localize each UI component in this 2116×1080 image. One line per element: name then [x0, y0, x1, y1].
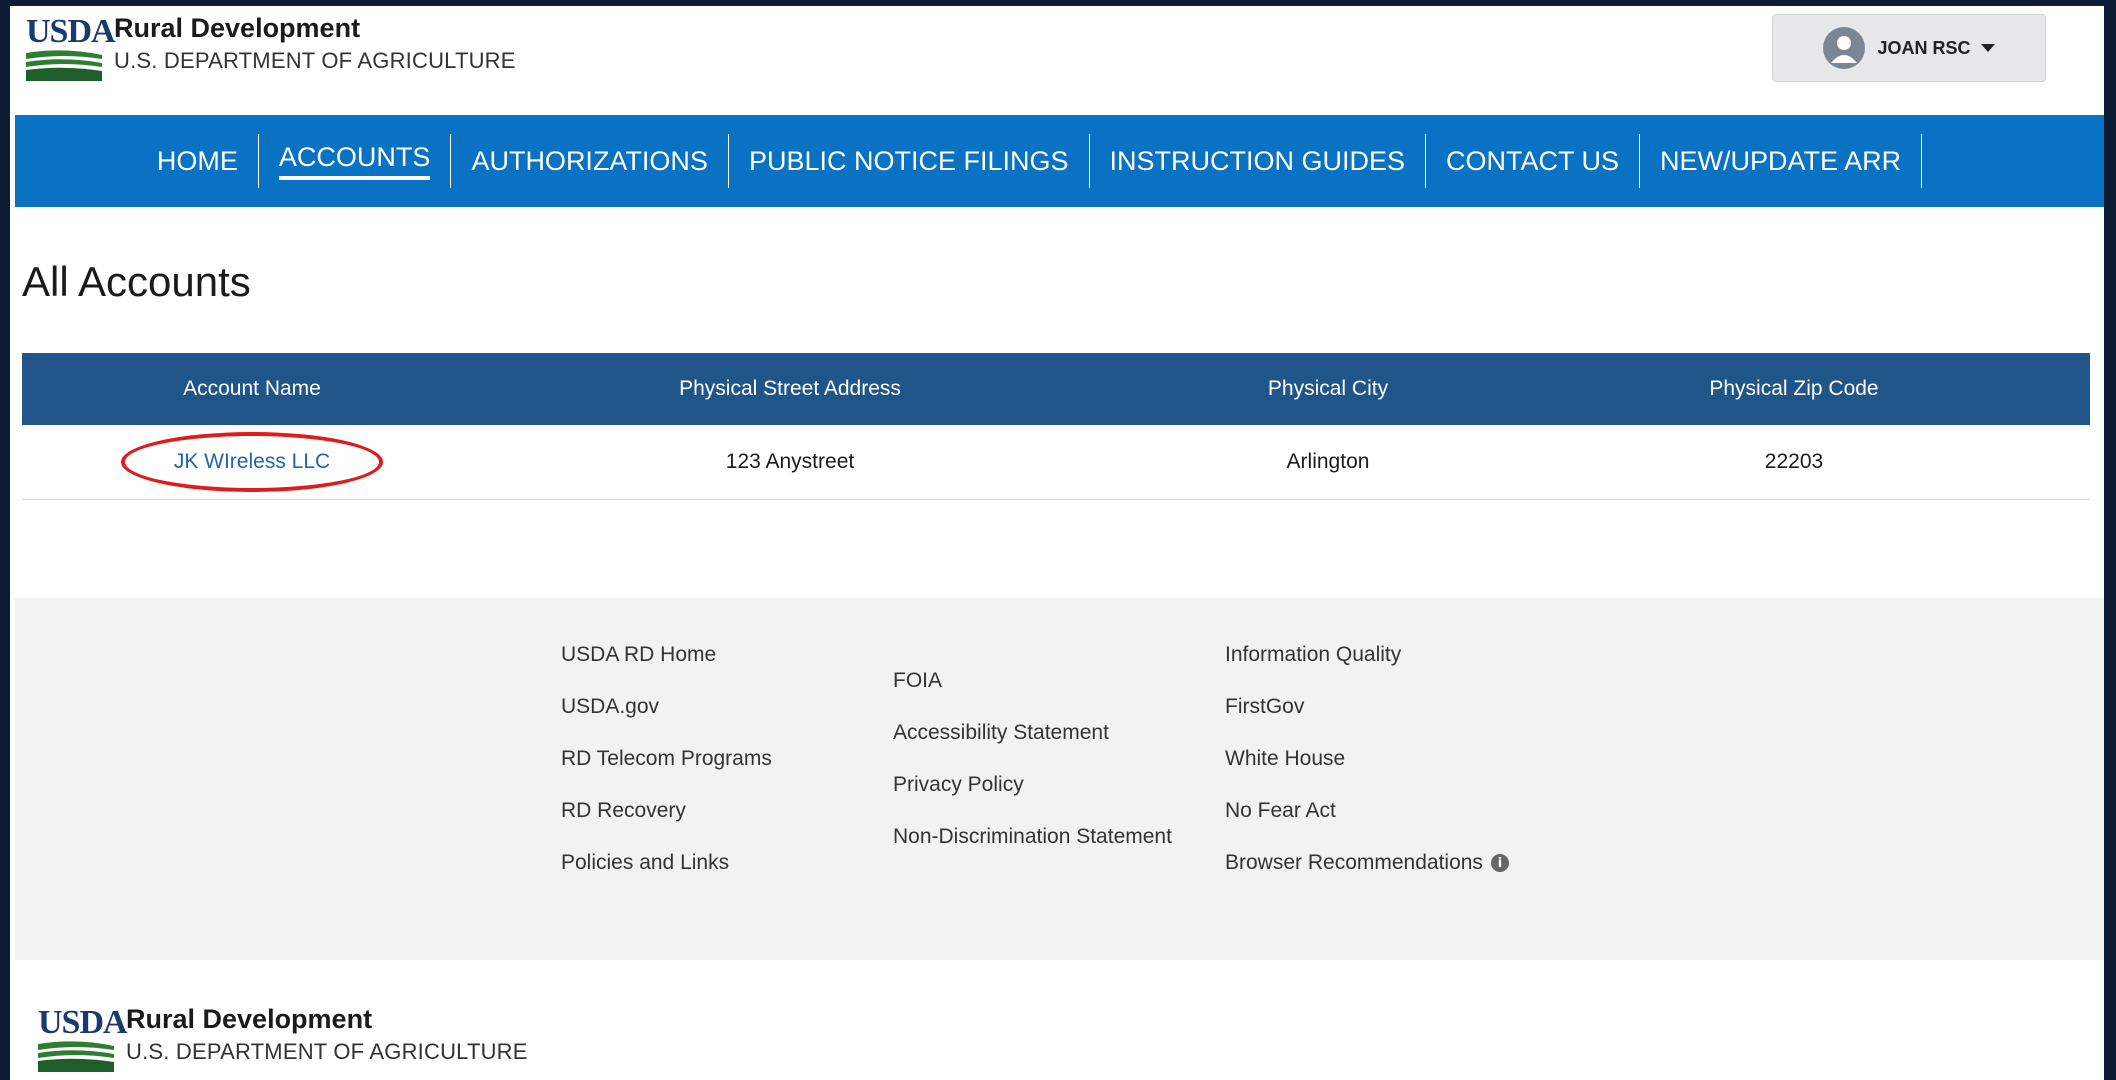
usda-logo-letters: USDA	[38, 1004, 128, 1041]
footer-column-3: Information Quality FirstGov White House…	[1225, 629, 1509, 889]
nav-label: PUBLIC NOTICE FILINGS	[748, 145, 1069, 176]
nav-authorizations[interactable]: AUTHORIZATIONS	[451, 134, 729, 188]
usda-logo-letters: USDA	[26, 13, 116, 50]
logo-title: Rural Development	[114, 13, 361, 43]
footer-link-non-discrimination-statement[interactable]: Non-Discrimination Statement	[893, 811, 1172, 863]
user-menu-button[interactable]: JOAN RSC	[1772, 14, 2046, 82]
column-header-zip-code[interactable]: Physical Zip Code	[1558, 377, 2030, 401]
window-frame-right	[2104, 0, 2116, 1080]
highlight-oval-annotation	[121, 432, 383, 492]
cell-city: Arlington	[1286, 450, 1370, 473]
main-navigation: HOME ACCOUNTS AUTHORIZATIONS PUBLIC NOTI…	[15, 115, 2104, 207]
usda-logo-icon: USDA	[38, 1006, 128, 1072]
footer-logo-title: Rural Development	[126, 1004, 373, 1034]
footer-link-browser-recommendations[interactable]: Browser Recommendations i	[1225, 837, 1509, 889]
accounts-table: Account Name Physical Street Address Phy…	[22, 353, 2090, 500]
footer-link-usda-rd-home[interactable]: USDA RD Home	[561, 629, 772, 681]
footer-link-policies-and-links[interactable]: Policies and Links	[561, 837, 772, 889]
nav-label: CONTACT US	[1446, 145, 1620, 176]
footer-column-2: FOIA Accessibility Statement Privacy Pol…	[893, 655, 1172, 863]
column-header-street-address[interactable]: Physical Street Address	[482, 377, 1098, 401]
footer-link-no-fear-act[interactable]: No Fear Act	[1225, 785, 1509, 837]
footer-link-information-quality[interactable]: Information Quality	[1225, 629, 1509, 681]
footer-link-foia[interactable]: FOIA	[893, 655, 1172, 707]
nav-label: ACCOUNTS	[278, 142, 431, 180]
nav-new-update-arr[interactable]: NEW/UPDATE ARR	[1640, 134, 1923, 188]
footer-link-usda-gov[interactable]: USDA.gov	[561, 681, 772, 733]
table-header-row: Account Name Physical Street Address Phy…	[22, 353, 2090, 425]
cell-zip-code: 22203	[1764, 450, 1824, 473]
cell-street-address: 123 Anystreet	[725, 450, 855, 473]
browser-recommendations-label: Browser Recommendations	[1225, 851, 1483, 874]
page-content: USDA Rural Development U.S. DEPARTMENT O…	[10, 6, 2104, 1080]
table-row: JK WIreless LLC 123 Anystreet Arlington …	[22, 425, 2090, 500]
footer-logo[interactable]: USDA Rural Development U.S. DEPARTMENT O…	[38, 1006, 528, 1072]
footer-link-accessibility-statement[interactable]: Accessibility Statement	[893, 707, 1172, 759]
nav-label: HOME	[156, 145, 238, 176]
footer-link-firstgov[interactable]: FirstGov	[1225, 681, 1509, 733]
nav-label: NEW/UPDATE ARR	[1660, 145, 1902, 176]
footer-logo-subtitle: U.S. DEPARTMENT OF AGRICULTURE	[126, 1039, 528, 1064]
info-icon[interactable]: i	[1490, 854, 1509, 872]
usda-logo-icon: USDA	[26, 15, 116, 81]
nav-public-notice-filings[interactable]: PUBLIC NOTICE FILINGS	[729, 134, 1090, 188]
footer-links-section: USDA RD Home USDA.gov RD Telecom Program…	[15, 598, 2104, 960]
user-avatar-icon	[1823, 27, 1866, 69]
nav-accounts[interactable]: ACCOUNTS	[259, 134, 452, 188]
user-name: JOAN RSC	[1877, 37, 1971, 58]
footer-link-rd-telecom-programs[interactable]: RD Telecom Programs	[561, 733, 772, 785]
nav-label: INSTRUCTION GUIDES	[1109, 145, 1406, 176]
page-title: All Accounts	[22, 258, 251, 305]
footer-column-1: USDA RD Home USDA.gov RD Telecom Program…	[561, 629, 772, 889]
nav-contact-us[interactable]: CONTACT US	[1426, 134, 1641, 188]
footer-link-privacy-policy[interactable]: Privacy Policy	[893, 759, 1172, 811]
column-header-account-name[interactable]: Account Name	[22, 377, 482, 401]
footer-link-rd-recovery[interactable]: RD Recovery	[561, 785, 772, 837]
logo-subtitle: U.S. DEPARTMENT OF AGRICULTURE	[114, 48, 516, 73]
header-logo[interactable]: USDA Rural Development U.S. DEPARTMENT O…	[26, 15, 516, 81]
chevron-down-icon	[1980, 44, 1995, 52]
window-frame-left	[0, 0, 10, 1080]
nav-label: AUTHORIZATIONS	[471, 145, 708, 176]
column-header-city[interactable]: Physical City	[1098, 377, 1558, 401]
footer-link-white-house[interactable]: White House	[1225, 733, 1509, 785]
nav-instruction-guides[interactable]: INSTRUCTION GUIDES	[1090, 134, 1427, 188]
nav-home[interactable]: HOME	[157, 134, 259, 188]
cell-account-name: JK WIreless LLC	[22, 432, 482, 492]
account-name-link[interactable]: JK WIreless LLC	[121, 432, 383, 492]
